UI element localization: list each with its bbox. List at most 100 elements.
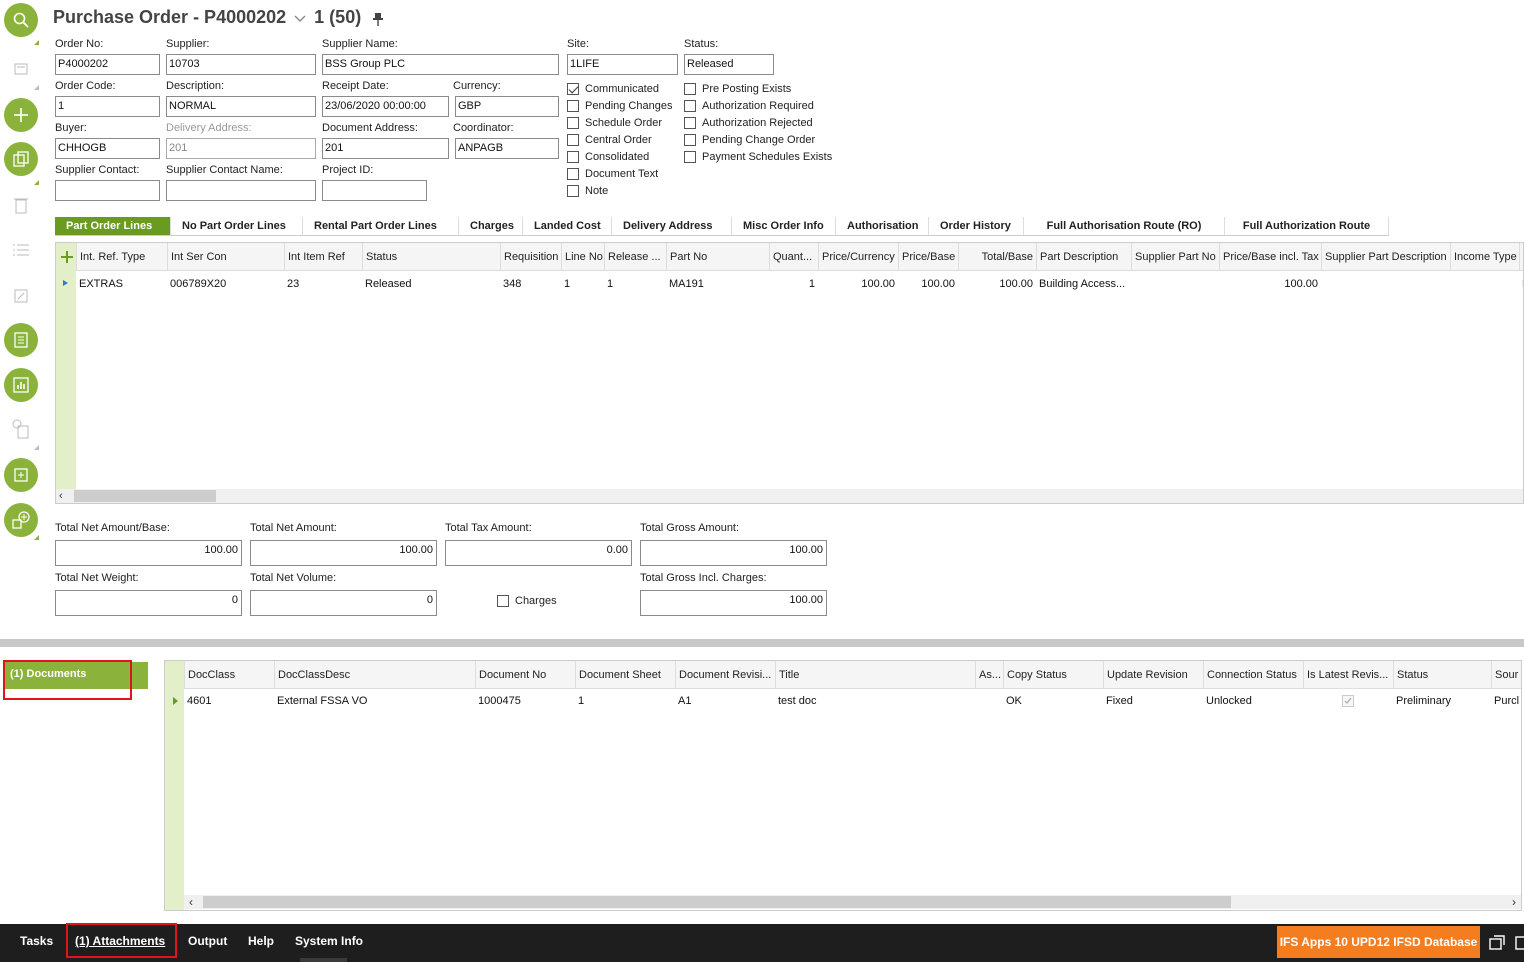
add-row-icon[interactable] xyxy=(61,251,73,263)
order-no-field[interactable]: P4000202 xyxy=(55,54,160,75)
buyer-field[interactable]: CHHOGB xyxy=(55,138,160,159)
cell[interactable]: EXTRAS xyxy=(76,274,167,294)
column-header[interactable]: DocClass xyxy=(184,661,274,689)
tab-no-part-order-lines[interactable]: No Part Order Lines xyxy=(171,217,303,236)
central-order-checkbox[interactable]: Central Order xyxy=(567,134,652,146)
tab-delivery-address[interactable]: Delivery Address xyxy=(612,217,732,236)
tab-charges[interactable]: Charges xyxy=(459,217,523,236)
receipt-date-field[interactable]: 23/06/2020 00:00:00 xyxy=(322,96,449,117)
cell[interactable]: Building Access... xyxy=(1036,274,1131,294)
cell[interactable]: 1000475 xyxy=(475,691,575,711)
schedule-order-checkbox[interactable]: Schedule Order xyxy=(567,117,662,129)
window-switch-icon[interactable] xyxy=(1488,934,1506,952)
column-header[interactable]: Price/Base xyxy=(898,243,958,271)
note-checkbox[interactable]: Note xyxy=(567,185,608,197)
column-header[interactable]: Part Description xyxy=(1036,243,1131,271)
status-field[interactable]: Released xyxy=(684,54,774,75)
supplier-name-field[interactable]: BSS Group PLC xyxy=(322,54,559,75)
cell[interactable]: 1 xyxy=(604,274,666,294)
popout-icon[interactable] xyxy=(1514,934,1524,952)
system-info-button[interactable]: System Info xyxy=(295,934,363,948)
horizontal-scrollbar[interactable]: ‹ xyxy=(56,489,1523,503)
search-icon[interactable] xyxy=(4,3,38,37)
cell[interactable]: MA191 xyxy=(666,274,769,294)
consolidated-checkbox[interactable]: Consolidated xyxy=(567,151,649,163)
tab-rental-part-order-lines[interactable]: Rental Part Order Lines xyxy=(303,217,459,236)
column-header[interactable]: Total/Base xyxy=(958,243,1036,271)
pre-posting-exists-checkbox[interactable]: Pre Posting Exists xyxy=(684,83,791,95)
column-header[interactable]: DocClassDesc xyxy=(274,661,475,689)
scrollbar-thumb[interactable] xyxy=(203,896,1231,908)
chevron-down-icon[interactable] xyxy=(293,10,307,24)
info-document-icon[interactable] xyxy=(10,418,32,440)
add-attachment-icon[interactable] xyxy=(4,458,38,492)
horizontal-scrollbar[interactable]: ‹ › xyxy=(184,895,1521,909)
cell[interactable]: 1 xyxy=(575,691,675,711)
scroll-left-icon[interactable]: ‹ xyxy=(189,895,193,909)
cell[interactable]: 23 xyxy=(284,274,362,294)
new-record-icon[interactable] xyxy=(4,98,38,132)
column-header[interactable]: Status xyxy=(1393,661,1491,689)
panel-splitter[interactable] xyxy=(0,639,1524,647)
cell[interactable]: 4601 xyxy=(184,691,274,711)
column-header[interactable]: Title xyxy=(775,661,975,689)
cell[interactable]: Fixed xyxy=(1103,691,1203,711)
pin-icon[interactable] xyxy=(372,10,386,27)
pending-changes-checkbox[interactable]: Pending Changes xyxy=(567,100,672,112)
cell[interactable]: 348 xyxy=(500,274,561,294)
tab-part-order-lines[interactable]: Part Order Lines xyxy=(55,217,171,236)
column-header[interactable]: Int. Ref. Type xyxy=(76,243,167,271)
cell[interactable]: 100.00 xyxy=(958,274,1036,294)
cell[interactable]: External FSSA VO xyxy=(274,691,475,711)
cell[interactable]: A1 xyxy=(675,691,775,711)
column-header[interactable]: Int Ser Con xyxy=(167,243,284,271)
currency-field[interactable]: GBP xyxy=(455,96,559,117)
column-header[interactable]: Is Latest Revis... xyxy=(1303,661,1393,689)
delete-icon[interactable] xyxy=(10,194,32,216)
column-header[interactable]: Document Revisi... xyxy=(675,661,775,689)
column-header[interactable]: I xyxy=(1519,243,1523,271)
cell[interactable]: 1 xyxy=(561,274,604,294)
column-header[interactable]: Int Item Ref xyxy=(284,243,362,271)
total-tax-amount-field[interactable]: 0.00 xyxy=(445,540,632,566)
total-net-amount-field[interactable]: 100.00 xyxy=(250,540,437,566)
cell[interactable]: Released xyxy=(362,274,500,294)
authorization-rejected-checkbox[interactable]: Authorization Rejected xyxy=(684,117,813,129)
authorization-required-checkbox[interactable]: Authorization Required xyxy=(684,100,814,112)
help-button[interactable]: Help xyxy=(248,934,274,948)
cell[interactable]: 100.00 xyxy=(818,274,898,294)
cell[interactable]: OK xyxy=(1003,691,1103,711)
scroll-left-icon[interactable]: ‹ xyxy=(59,490,63,502)
document-address-field[interactable]: 201 xyxy=(322,138,449,159)
total-gross-incl-charges-field[interactable]: 100.00 xyxy=(640,590,827,616)
total-net-volume-field[interactable]: 0 xyxy=(250,590,437,616)
report-icon[interactable] xyxy=(4,323,38,357)
column-header[interactable]: Quant... xyxy=(769,243,818,271)
column-header[interactable]: As... xyxy=(975,661,1003,689)
total-gross-amount-field[interactable]: 100.00 xyxy=(640,540,827,566)
column-header[interactable]: Release ... xyxy=(604,243,666,271)
pending-change-order-checkbox[interactable]: Pending Change Order xyxy=(684,134,815,146)
duplicate-icon[interactable] xyxy=(4,142,38,176)
cell[interactable]: test doc xyxy=(775,691,975,711)
communicated-checkbox[interactable]: Communicated xyxy=(567,83,659,95)
tab-landed-cost[interactable]: Landed Cost xyxy=(523,217,612,236)
tab-authorisation[interactable]: Authorisation xyxy=(836,217,929,236)
cell[interactable] xyxy=(1321,274,1450,294)
tab-full-authorization-route[interactable]: Full Authorization Route xyxy=(1225,217,1389,236)
output-button[interactable]: Output xyxy=(188,934,227,948)
cell[interactable]: 006789X20 xyxy=(167,274,284,294)
order-code-field[interactable]: 1 xyxy=(55,96,160,117)
tab-misc-order-info[interactable]: Misc Order Info xyxy=(732,217,836,236)
column-header[interactable]: Document No xyxy=(475,661,575,689)
column-header[interactable]: Price/Base incl. Tax xyxy=(1219,243,1321,271)
column-header[interactable]: Document Sheet xyxy=(575,661,675,689)
cell[interactable] xyxy=(1131,274,1219,294)
cell[interactable]: E xyxy=(1519,274,1523,294)
scroll-right-icon[interactable]: › xyxy=(1512,895,1516,909)
description-field[interactable]: NORMAL xyxy=(166,96,316,117)
column-header[interactable]: Part No xyxy=(666,243,769,271)
tasks-button[interactable]: Tasks xyxy=(20,934,53,948)
column-header[interactable]: Supplier Part No xyxy=(1131,243,1219,271)
scrollbar-thumb[interactable] xyxy=(74,490,216,502)
